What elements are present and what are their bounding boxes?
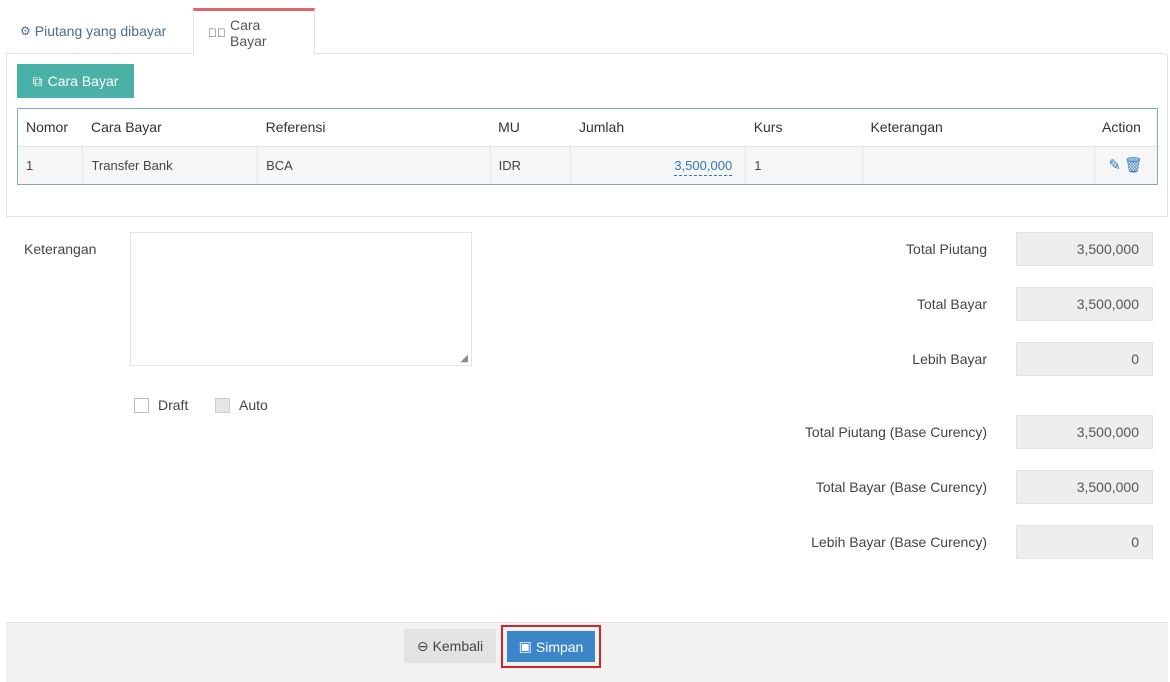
- tab-label: Piutang yang dibayar: [34, 23, 167, 39]
- jumlah-editable-link[interactable]: 3,500,000: [674, 157, 733, 176]
- column-header: Kurs: [745, 109, 863, 147]
- payment-table: Nomor Cara Bayar Referensi MU Jumlah Kur…: [17, 108, 1158, 185]
- delete-trash-icon[interactable]: 🗑: [1124, 157, 1143, 174]
- cell-nomor: 1: [18, 146, 83, 184]
- arrow-circle-left-icon: ⊖: [416, 637, 429, 654]
- lebih-bayar-base-field: 0: [1016, 525, 1153, 559]
- auto-checkbox-group: Auto: [215, 396, 268, 414]
- column-header: Cara Bayar: [82, 109, 258, 147]
- resize-handle-icon[interactable]: ◢: [460, 353, 468, 364]
- total-bayar-base-label: Total Bayar (Base Curency): [815, 479, 987, 495]
- column-header: Referensi: [257, 109, 491, 147]
- total-piutang-base-field: 3,500,000: [1016, 415, 1153, 449]
- tab-label: Cara Bayar: [230, 16, 267, 49]
- save-button[interactable]: ▣ Simpan: [507, 631, 595, 662]
- check-circle-icon: ✓⃝: [208, 25, 226, 40]
- draft-checkbox-group[interactable]: Draft: [134, 396, 188, 414]
- floppy-disk-icon: ▣: [518, 638, 532, 654]
- table-row: 1 Transfer Bank BCA IDR 3,500,000 1 ✎ 🗑: [18, 146, 1157, 184]
- total-piutang-base-label: Total Piutang (Base Curency): [804, 424, 987, 440]
- save-highlight-frame: ▣ Simpan: [501, 625, 601, 668]
- column-header: Nomor: [18, 109, 83, 147]
- total-bayar-base-field: 3,500,000: [1016, 470, 1153, 504]
- add-payment-method-button[interactable]: ⧉ Cara Bayar: [17, 64, 134, 98]
- column-header: Action: [1094, 109, 1157, 147]
- lebih-bayar-label: Lebih Bayar: [912, 351, 987, 367]
- cell-keterangan: [861, 146, 1094, 184]
- auto-label: Auto: [239, 397, 268, 413]
- total-bayar-field: 3,500,000: [1016, 287, 1153, 321]
- table-header-row: Nomor Cara Bayar Referensi MU Jumlah Kur…: [18, 109, 1157, 147]
- cogs-icon: ⚙: [20, 24, 31, 38]
- edit-pencil-icon[interactable]: ✎: [1108, 157, 1121, 174]
- tab-bar: ⚙ Piutang yang dibayar ✓⃝ Cara Bayar: [6, 8, 1166, 55]
- add-payment-method-label: Cara Bayar: [47, 73, 119, 89]
- cell-action: ✎ 🗑: [1093, 146, 1157, 184]
- draft-label: Draft: [158, 397, 189, 413]
- column-header: Keterangan: [862, 109, 1094, 147]
- cell-jumlah: 3,500,000: [570, 146, 746, 184]
- cell-mu: IDR: [489, 146, 571, 184]
- total-bayar-label: Total Bayar: [916, 296, 987, 312]
- column-header: Jumlah: [570, 109, 746, 147]
- tab-cara-bayar[interactable]: ✓⃝ Cara Bayar: [193, 8, 315, 55]
- auto-checkbox: [215, 397, 230, 413]
- draft-checkbox[interactable]: [134, 397, 149, 413]
- payment-panel: ⧉ Cara Bayar Nomor Cara Bayar Referensi …: [6, 54, 1168, 217]
- tab-piutang-yang-dibayar[interactable]: ⚙ Piutang yang dibayar: [6, 8, 186, 54]
- cell-kurs: 1: [745, 146, 863, 184]
- total-piutang-field: 3,500,000: [1016, 232, 1153, 266]
- cell-referensi: BCA: [257, 146, 491, 184]
- lebih-bayar-field: 0: [1016, 342, 1153, 376]
- cell-cara-bayar: Transfer Bank: [82, 146, 258, 184]
- total-piutang-label: Total Piutang: [906, 241, 987, 257]
- keterangan-label: Keterangan: [24, 241, 97, 257]
- save-button-label: Simpan: [535, 638, 584, 655]
- copy-icon: ⧉: [32, 72, 43, 89]
- form-footer: ⊖ Kembali ▣ Simpan: [6, 622, 1168, 682]
- keterangan-textarea[interactable]: ◢: [130, 232, 472, 366]
- column-header: MU: [490, 109, 571, 147]
- lebih-bayar-base-label: Lebih Bayar (Base Curency): [811, 534, 987, 550]
- back-button-label: Kembali: [432, 638, 484, 654]
- back-button[interactable]: ⊖ Kembali: [404, 629, 496, 663]
